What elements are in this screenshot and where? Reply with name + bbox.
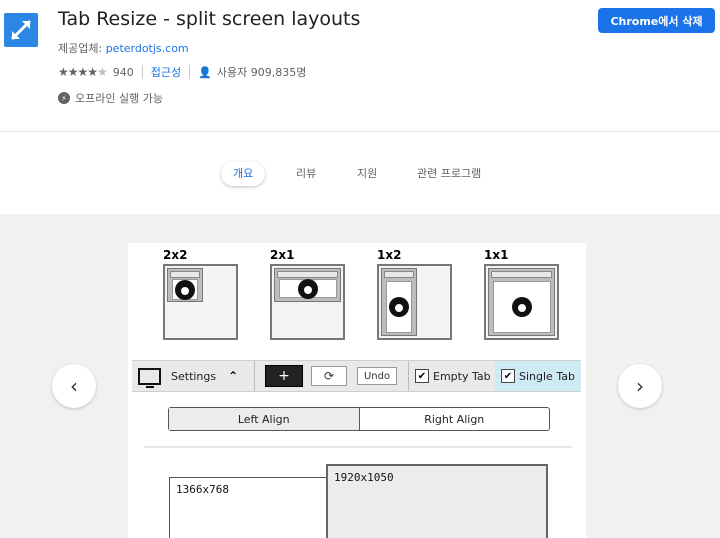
screenshot-image: 2x2 2x1 1x2 1x1 Settings ⌃ + ⟳ Undo ✔ Em… xyxy=(128,243,586,538)
undo-button[interactable]: Undo xyxy=(357,367,397,385)
tab-support[interactable]: 지원 xyxy=(357,162,377,186)
empty-tab-label: Empty Tab xyxy=(433,369,491,383)
refresh-icon: ⟳ xyxy=(323,369,335,383)
monitor-icon xyxy=(138,367,161,388)
layout-2x2[interactable] xyxy=(163,264,238,340)
left-align-button[interactable]: Left Align xyxy=(169,408,360,430)
remove-from-chrome-button[interactable]: Chrome에서 삭제 xyxy=(598,8,715,33)
divider xyxy=(189,65,191,79)
provider-label: 제공업체: xyxy=(58,42,103,55)
rating-count[interactable]: 940 xyxy=(113,66,134,79)
resolution-label: 1920x1050 xyxy=(334,471,394,484)
layout-1x1[interactable] xyxy=(484,264,559,340)
app-resize-icon xyxy=(4,13,38,47)
layout-pane xyxy=(274,268,341,302)
chevron-left-icon: ‹ xyxy=(70,374,78,398)
prev-screenshot-button[interactable]: ‹ xyxy=(52,364,96,408)
layout-pane xyxy=(167,268,203,302)
alignment-toggle: Left Align Right Align xyxy=(168,407,550,431)
empty-tab-checkbox[interactable]: ✔ xyxy=(415,369,429,383)
single-tab-option[interactable]: ✔ Single Tab xyxy=(495,361,581,391)
right-align-button[interactable]: Right Align xyxy=(360,408,550,430)
offline-icon: ⚡ xyxy=(58,92,70,104)
resolution-label: 1366x768 xyxy=(176,483,229,496)
add-layout-button[interactable]: + xyxy=(265,365,303,387)
app-title: Tab Resize - split screen layouts xyxy=(58,8,361,30)
layout-label-2x2: 2x2 xyxy=(163,248,188,262)
layout-label-2x1: 2x1 xyxy=(270,248,295,262)
extension-header: Tab Resize - split screen layouts 제공업체: … xyxy=(0,0,720,132)
layout-2x1[interactable] xyxy=(270,264,345,340)
tab-reviews[interactable]: 리뷰 xyxy=(296,162,316,186)
layout-inner xyxy=(493,281,551,333)
undo-section: Undo xyxy=(357,361,397,391)
layout-label-1x1: 1x1 xyxy=(484,248,509,262)
chevron-up-icon[interactable]: ⌃ xyxy=(228,369,238,383)
next-screenshot-button[interactable]: › xyxy=(618,364,662,408)
divider xyxy=(408,361,409,391)
layout-label-1x2: 1x2 xyxy=(377,248,402,262)
add-layout-section: + xyxy=(265,361,303,391)
provider-link[interactable]: peterdotjs.com xyxy=(106,42,189,55)
divider xyxy=(144,446,572,448)
plus-icon: + xyxy=(278,368,290,384)
empty-tab-option[interactable]: ✔ Empty Tab xyxy=(415,361,491,391)
github-icon xyxy=(175,279,195,300)
layout-1x2[interactable] xyxy=(377,264,452,340)
settings-label: Settings xyxy=(171,369,217,383)
meta-row: ★★★★★ 940 접근성 👤 사용자 909,835명 xyxy=(58,64,306,80)
offline-label: 오프라인 실행 가능 xyxy=(75,92,163,105)
single-tab-checkbox[interactable]: ✔ xyxy=(501,369,515,383)
settings-section[interactable]: Settings ⌃ xyxy=(138,361,252,391)
divider xyxy=(141,65,143,79)
browser-bar xyxy=(384,271,414,278)
layout-pane xyxy=(488,268,555,336)
tab-overview[interactable]: 개요 xyxy=(221,162,266,186)
reset-section: ⟳ xyxy=(311,361,347,391)
user-count: 사용자 909,835명 xyxy=(216,66,307,79)
resolution-1920x1050[interactable]: 1920x1050 xyxy=(326,464,548,538)
extension-toolbar: Settings ⌃ + ⟳ Undo ✔ Empty Tab ✔ Single… xyxy=(132,360,581,392)
single-tab-label: Single Tab xyxy=(519,369,575,383)
provider-info: 제공업체: peterdotjs.com xyxy=(58,40,189,56)
browser-bar xyxy=(491,271,552,278)
layout-pane xyxy=(381,268,417,336)
tab-bar: 개요 리뷰 지원 관련 프로그램 xyxy=(0,132,720,214)
browser-bar xyxy=(277,271,338,278)
layout-inner xyxy=(386,281,412,333)
github-icon xyxy=(298,278,318,299)
user-icon: 👤 xyxy=(198,65,212,79)
layout-inner xyxy=(279,278,337,299)
divider xyxy=(254,361,255,391)
resolution-1366x768[interactable]: 1366x768 xyxy=(169,477,327,538)
offline-info: ⚡ 오프라인 실행 가능 xyxy=(58,90,163,106)
tab-related[interactable]: 관련 프로그램 xyxy=(417,162,481,186)
browser-bar xyxy=(170,271,200,278)
layout-inner xyxy=(172,279,198,300)
reset-button[interactable]: ⟳ xyxy=(311,366,347,386)
rating-stars-icon: ★★★★★ xyxy=(58,65,108,79)
github-icon xyxy=(389,297,409,317)
chevron-right-icon: › xyxy=(636,374,644,398)
github-icon xyxy=(512,297,532,317)
category-link[interactable]: 접근성 xyxy=(151,64,181,80)
